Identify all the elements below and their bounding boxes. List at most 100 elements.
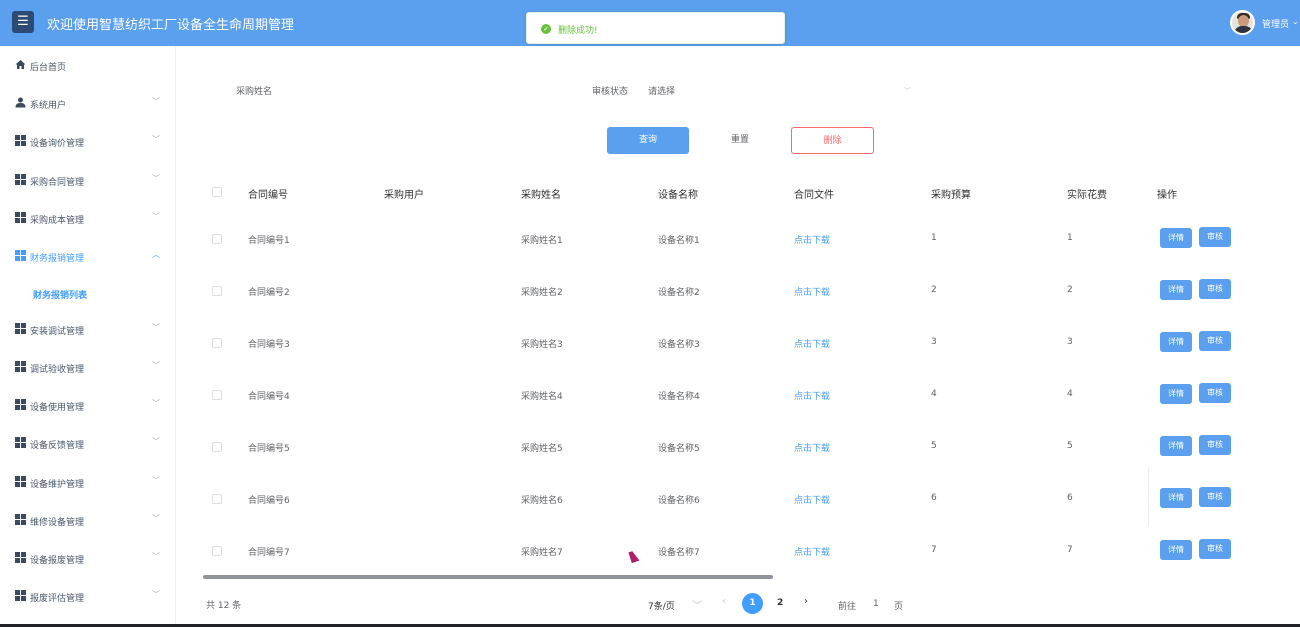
cell-budget: 1 <box>931 233 937 243</box>
download-link[interactable]: 点击下载 <box>794 285 830 298</box>
purchase-name-label: 采购姓名 <box>236 87 273 97</box>
download-link[interactable]: 点击下载 <box>794 389 830 402</box>
audit-button[interactable]: 审核 <box>1199 383 1231 403</box>
chevron-down-icon[interactable]: ⌄ <box>1292 17 1299 26</box>
audit-button[interactable]: 审核 <box>1199 487 1231 507</box>
row-checkbox[interactable] <box>212 286 222 296</box>
cell-purchase-name: 采购姓名6 <box>521 496 563 506</box>
download-link[interactable]: 点击下载 <box>794 545 830 558</box>
column-header: 合同编号 <box>248 190 288 201</box>
detail-button[interactable]: 详情 <box>1160 488 1192 508</box>
mouse-cursor-icon <box>628 550 640 563</box>
horizontal-scrollbar[interactable] <box>203 575 773 579</box>
column-header: 实际花费 <box>1067 190 1107 201</box>
purchase-name-input[interactable] <box>290 84 560 98</box>
download-link[interactable]: 点击下载 <box>794 233 830 246</box>
query-button[interactable]: 查询 <box>607 127 689 154</box>
avatar[interactable] <box>1230 10 1255 35</box>
sidebar-item[interactable]: 设备反馈管理 ﹀ <box>0 431 176 455</box>
chevron-down-icon: ﹀ <box>152 97 160 106</box>
sidebar-item[interactable]: 系统用户 ﹀ <box>0 91 176 115</box>
cell-contract-no: 合同编号2 <box>248 288 290 298</box>
sidebar-item-label: 采购成本管理 <box>30 216 85 226</box>
sidebar-item[interactable]: 采购合同管理 ﹀ <box>0 168 176 192</box>
goto-page-input[interactable]: 1 <box>873 599 879 609</box>
detail-button[interactable]: 详情 <box>1160 436 1192 456</box>
audit-button[interactable]: 审核 <box>1199 227 1231 247</box>
sidebar-item[interactable]: 设备询价管理 ﹀ <box>0 129 176 153</box>
grid-icon <box>15 212 26 223</box>
sidebar-item-label: 系统用户 <box>30 101 67 111</box>
chevron-down-icon: ﹀ <box>152 590 160 599</box>
user-icon <box>15 97 26 108</box>
sidebar-item-label: 维修设备管理 <box>30 518 85 528</box>
detail-button[interactable]: 详情 <box>1160 228 1192 248</box>
sidebar-item-label: 设备反馈管理 <box>30 441 85 451</box>
chevron-down-icon: ﹀ <box>152 552 160 561</box>
detail-button[interactable]: 详情 <box>1160 540 1192 560</box>
sidebar-item-label: 调试验收管理 <box>30 365 85 375</box>
chevron-down-icon[interactable]: ﹀ <box>904 86 911 96</box>
audit-button[interactable]: 审核 <box>1199 279 1231 299</box>
chevron-down-icon: ﹀ <box>152 323 160 332</box>
sidebar-item-label: 采购合同管理 <box>30 178 85 188</box>
page-2-button[interactable]: 2 <box>777 598 783 608</box>
cell-budget: 5 <box>931 441 937 451</box>
row-checkbox[interactable] <box>212 442 222 452</box>
cell-device-name: 设备名称3 <box>658 340 700 350</box>
hamburger-icon[interactable]: ☰ <box>12 11 34 33</box>
sidebar-item[interactable]: 设备维护管理 ﹀ <box>0 470 176 494</box>
cell-purchase-name: 采购姓名4 <box>521 392 563 402</box>
sidebar-item[interactable]: 安装调试管理 ﹀ <box>0 317 176 341</box>
download-link[interactable]: 点击下载 <box>794 441 830 454</box>
next-page-button[interactable]: › <box>804 596 808 607</box>
download-link[interactable]: 点击下载 <box>794 337 830 350</box>
detail-button[interactable]: 详情 <box>1160 384 1192 404</box>
cell-actual-cost: 5 <box>1067 441 1073 451</box>
cell-budget: 2 <box>931 285 937 295</box>
sidebar-item-label: 设备维护管理 <box>30 480 85 490</box>
sidebar-item[interactable]: 后台首页 <box>0 53 176 77</box>
cell-purchase-name: 采购姓名5 <box>521 444 563 454</box>
page-size-select[interactable]: 7条/页 <box>648 599 675 612</box>
audit-status-select[interactable]: 请选择 <box>648 84 675 97</box>
row-checkbox[interactable] <box>212 390 222 400</box>
sidebar-item[interactable]: 报废评估管理 ﹀ <box>0 584 176 608</box>
sidebar-item-label: 设备使用管理 <box>30 403 85 413</box>
audit-button[interactable]: 审核 <box>1199 435 1231 455</box>
row-checkbox[interactable] <box>212 546 222 556</box>
reset-button[interactable]: 重置 <box>706 127 774 154</box>
user-name[interactable]: 管理员 <box>1262 17 1289 30</box>
audit-button[interactable]: 审核 <box>1199 331 1231 351</box>
sidebar-item[interactable]: 设备报废管理 ﹀ <box>0 546 176 570</box>
chevron-down-icon: ﹀ <box>152 399 160 408</box>
grid-icon <box>15 135 26 146</box>
sidebar-item[interactable]: 维修设备管理 ﹀ <box>0 508 176 532</box>
detail-button[interactable]: 详情 <box>1160 332 1192 352</box>
sidebar-item[interactable]: 采购成本管理 ﹀ <box>0 206 176 230</box>
sidebar-item[interactable]: 调试验收管理 ﹀ <box>0 355 176 379</box>
chevron-down-icon: ﹀ <box>152 174 160 183</box>
chevron-down-icon[interactable]: ﹀ <box>692 597 702 612</box>
audit-button[interactable]: 审核 <box>1199 539 1231 559</box>
row-checkbox[interactable] <box>212 234 222 244</box>
sidebar-subitem-finance-list[interactable]: 财务报销列表 <box>33 288 87 301</box>
toast-message: 删除成功! <box>558 26 598 36</box>
prev-page-button[interactable]: ‹ <box>722 596 726 607</box>
sidebar-item[interactable]: 设备使用管理 ﹀ <box>0 393 176 417</box>
select-all-checkbox[interactable] <box>212 187 222 197</box>
row-checkbox[interactable] <box>212 338 222 348</box>
page-1-button[interactable]: 1 <box>742 593 763 614</box>
cell-contract-no: 合同编号5 <box>248 444 290 454</box>
page-suffix: 页 <box>894 602 904 612</box>
sidebar-item[interactable]: 财务报销管理 ︿ <box>0 244 176 268</box>
delete-button[interactable]: 删除 <box>791 127 874 154</box>
row-checkbox[interactable] <box>212 494 222 504</box>
cell-actual-cost: 4 <box>1067 389 1073 399</box>
check-circle-icon: ✓ <box>541 24 551 34</box>
grid-icon <box>15 323 26 334</box>
column-header: 合同文件 <box>794 190 834 201</box>
detail-button[interactable]: 详情 <box>1160 280 1192 300</box>
download-link[interactable]: 点击下载 <box>794 493 830 506</box>
grid-icon <box>15 437 26 448</box>
